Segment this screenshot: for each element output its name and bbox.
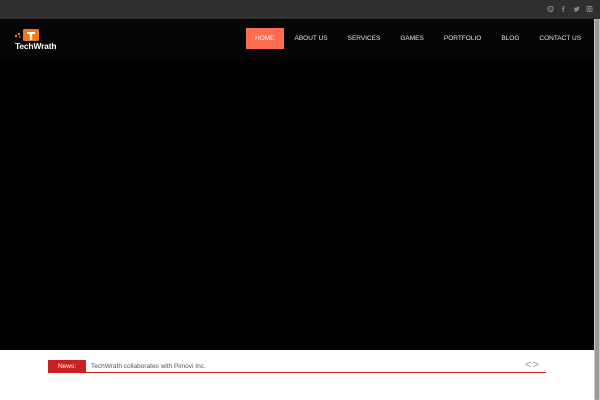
instagram-icon[interactable]	[586, 4, 593, 14]
twitter-icon[interactable]	[573, 4, 580, 14]
nav-contact-us[interactable]: CONTACT US	[530, 28, 590, 49]
news-next-icon[interactable]: >	[532, 359, 539, 371]
facebook-icon[interactable]	[560, 4, 567, 14]
nav-services[interactable]: SERVICES	[339, 28, 390, 49]
nav-about-us[interactable]: ABOUT US	[286, 28, 337, 49]
svg-text:S: S	[549, 7, 552, 12]
news-arrows: <>	[525, 359, 540, 372]
scrollbar-thumb[interactable]	[595, 19, 599, 400]
nav-blog[interactable]: BLOG	[492, 28, 528, 49]
nav-games[interactable]: GAMES	[391, 28, 432, 49]
logo-text: TechWrath	[15, 41, 57, 51]
page-scrollbar[interactable]	[594, 19, 600, 400]
logo-emblem-icon	[15, 29, 39, 41]
logo[interactable]: TechWrath	[14, 28, 64, 54]
social-links: S	[547, 4, 593, 14]
hero-slider[interactable]	[0, 60, 594, 350]
nav-portfolio[interactable]: PORTFOLIO	[435, 28, 490, 49]
site-header: TechWrath HOME ABOUT US SERVICES GAMES P…	[0, 19, 594, 60]
top-bar: S	[0, 0, 600, 19]
news-divider	[48, 372, 546, 373]
main-nav: HOME ABOUT US SERVICES GAMES PORTFOLIO B…	[246, 28, 592, 49]
nav-home[interactable]: HOME	[246, 28, 284, 49]
skype-icon[interactable]: S	[547, 4, 554, 14]
news-ticker: News: TechWrath collaborates with Pimovi…	[0, 350, 594, 400]
